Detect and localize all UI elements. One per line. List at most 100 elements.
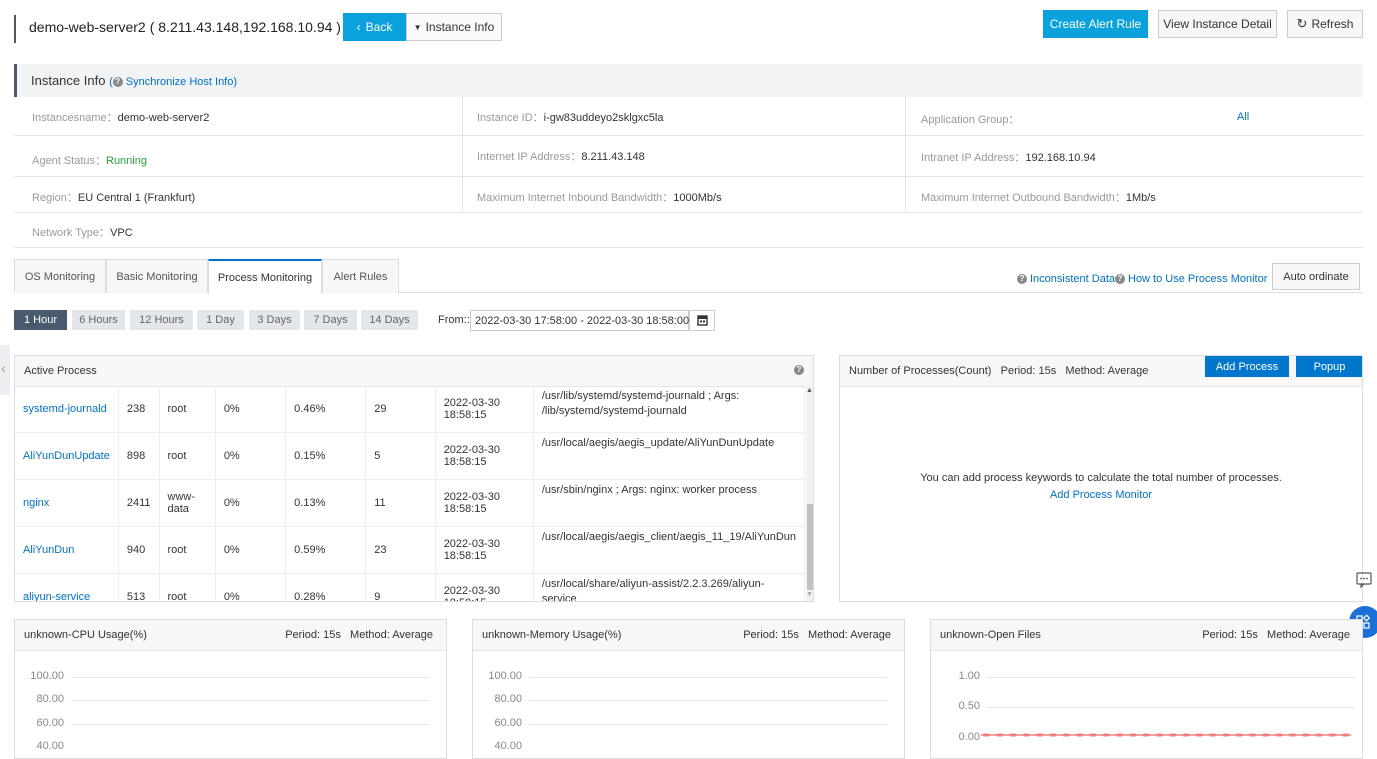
series-point: [1076, 733, 1084, 737]
instance-info-grid: [14, 97, 1363, 248]
tab-os-monitoring[interactable]: OS Monitoring: [14, 259, 106, 293]
process-cpu-cell: 0%: [215, 573, 287, 601]
grid-line: [529, 724, 887, 725]
info-label: Instancesname：: [32, 112, 118, 124]
create-alert-rule-button[interactable]: Create Alert Rule: [1043, 10, 1148, 38]
series-point: [1142, 733, 1150, 737]
series-point: [1209, 733, 1217, 737]
series-point: [1342, 733, 1350, 737]
process-count-empty-text: You can add process keywords to calculat…: [920, 472, 1282, 484]
info-label: Intranet IP Address：: [921, 152, 1026, 164]
process-cmd-cell: /usr/local/share/aliyun-assist/2.2.3.269…: [533, 573, 806, 601]
range-1-hour[interactable]: 1 Hour: [14, 310, 67, 330]
process-time-cell: 2022-03-30 18:58:15: [435, 573, 534, 601]
cpu-usage-chart-panel: unknown-CPU Usage(%) Period: 15s Method:…: [14, 619, 447, 759]
help-icon: ?: [1017, 274, 1027, 285]
grid-line: [529, 700, 887, 701]
y-tick: 0.50: [958, 700, 980, 712]
table-scrollbar-thumb[interactable]: [807, 504, 813, 590]
process-pid-cell: 898: [118, 432, 160, 480]
left-collapse-handle[interactable]: ‹: [0, 345, 10, 395]
y-tick: 60.00: [36, 717, 64, 729]
series-point: [1062, 733, 1070, 737]
series-point: [1262, 733, 1270, 737]
agent-status-value: Running: [106, 155, 147, 167]
range-6-hours[interactable]: 6 Hours: [72, 310, 125, 330]
info-label: Network Type：: [32, 227, 111, 239]
info-label: Application Group：: [921, 114, 1020, 126]
feedback-icon[interactable]: [1351, 566, 1377, 592]
process-name-cell[interactable]: AliYunDun: [15, 526, 119, 574]
process-files-cell: 23: [365, 526, 436, 574]
column-divider: [905, 97, 906, 212]
process-cpu-cell: 0%: [215, 526, 287, 574]
process-name-cell[interactable]: nginx: [15, 479, 119, 527]
series-point: [1155, 733, 1163, 737]
open-files-chart-panel: unknown-Open Files Period: 15s Method: A…: [930, 619, 1363, 759]
chevron-left-icon: ‹: [356, 20, 361, 34]
inconsistent-data-link[interactable]: ? Inconsistent Data: [1017, 273, 1115, 285]
instance-info-dropdown[interactable]: ▼ Instance Info: [406, 13, 502, 41]
synchronize-host-info-link[interactable]: Synchronize Host Info: [126, 76, 234, 88]
info-label: Instance ID：: [477, 112, 544, 124]
chevron-left-icon: ‹: [1, 360, 6, 376]
calendar-button[interactable]: [689, 310, 715, 331]
info-value-outbound-bandwidth: 1Mb/s: [1125, 192, 1156, 204]
active-process-panel: Active Process ? systemd-journald 238 root…: [14, 355, 814, 602]
scroll-up-icon[interactable]: ▲: [806, 387, 813, 394]
process-name-cell[interactable]: aliyun-service: [15, 573, 119, 601]
info-value-internet-ip: 8.211.43.148: [581, 151, 645, 163]
chart-period: Period: 15s Method: Average: [743, 629, 891, 641]
series-point: [1222, 733, 1230, 737]
process-name-cell[interactable]: systemd-journald: [15, 386, 119, 433]
popup-button[interactable]: Popup: [1296, 356, 1362, 377]
back-button[interactable]: ‹ Back: [343, 13, 406, 41]
info-value-inbound-bandwidth: 1000Mb/s: [673, 192, 722, 204]
series-point: [1182, 733, 1190, 737]
scroll-down-icon[interactable]: ▼: [806, 591, 813, 598]
view-instance-detail-button[interactable]: View Instance Detail: [1158, 10, 1277, 38]
info-value-instance-id: i-gw83uddeyo2sklgxc5la: [543, 112, 664, 124]
series-point: [1049, 733, 1057, 737]
refresh-button[interactable]: ↻ Refresh: [1287, 10, 1363, 38]
process-time-cell: 2022-03-30 18:58:15: [435, 432, 534, 480]
auto-ordinate-button[interactable]: Auto ordinate: [1272, 263, 1360, 290]
grid-line: [987, 707, 1355, 708]
y-tick: 40.00: [494, 740, 522, 752]
how-to-use-process-monitor-link[interactable]: ? How to Use Process Monitor: [1115, 273, 1267, 285]
tab-basic-monitoring[interactable]: Basic Monitoring: [106, 259, 208, 293]
range-14-days[interactable]: 14 Days: [361, 310, 418, 330]
tab-alert-rules[interactable]: Alert Rules: [322, 259, 399, 293]
info-value-network-type: VPC: [110, 227, 133, 239]
range-7-days[interactable]: 7 Days: [304, 310, 357, 330]
process-pid-cell: 940: [118, 526, 160, 574]
process-count-panel: Number of Processes(Count) Period: 15s M…: [839, 355, 1363, 602]
series-point: [1328, 733, 1336, 737]
series-point: [1036, 733, 1044, 737]
memory-usage-chart-panel: unknown-Memory Usage(%) Period: 15s Meth…: [472, 619, 905, 759]
date-range-input[interactable]: 2022-03-30 17:58:00 - 2022-03-30 18:58:0…: [470, 310, 689, 331]
tab-process-monitoring[interactable]: Process Monitoring: [208, 259, 322, 294]
process-name-cell[interactable]: AliYunDunUpdate: [15, 432, 119, 480]
info-label: Agent Status：: [32, 155, 106, 167]
series-point: [1249, 733, 1256, 737]
instance-info-title: Instance Info: [31, 73, 106, 88]
process-cmd-cell: /usr/lib/systemd/systemd-journald ; Args…: [533, 386, 806, 433]
series-point: [1195, 733, 1203, 737]
table-row: AliYunDunUpdate 898 root 0% 0.15% 5 2022-03-30…: [15, 432, 806, 480]
range-3-days[interactable]: 3 Days: [249, 310, 300, 330]
series-point: [1022, 733, 1030, 737]
help-icon: ?: [112, 77, 123, 88]
grid-line: [71, 700, 429, 701]
process-user-cell: root: [159, 432, 216, 480]
help-icon[interactable]: ?: [794, 365, 804, 375]
application-group-all-link[interactable]: All: [1237, 111, 1249, 123]
grid-line: [987, 677, 1355, 678]
add-process-button[interactable]: Add Process: [1205, 356, 1289, 377]
process-cmd-cell: /usr/sbin/nginx ; Args: nginx: worker pr…: [533, 479, 806, 527]
range-12-hours[interactable]: 12 Hours: [130, 310, 193, 330]
add-process-monitor-link[interactable]: Add Process Monitor: [840, 489, 1362, 501]
process-time-cell: 2022-03-30 18:58:15: [435, 479, 534, 527]
range-1-day[interactable]: 1 Day: [197, 310, 244, 330]
process-mem-cell: 0.46%: [285, 386, 367, 433]
